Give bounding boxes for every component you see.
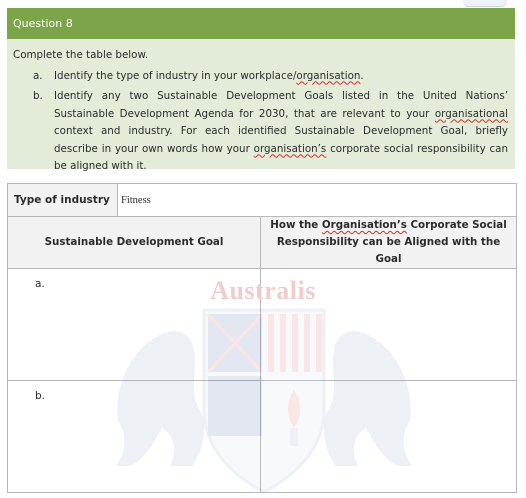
task-text: Identify the type of industry in your wo…: [54, 69, 297, 82]
spellcheck-word: organisation: [296, 69, 361, 82]
industry-value-cell[interactable]: Fitness: [116, 183, 518, 217]
task-text: .: [360, 69, 364, 82]
industry-label: Type of industry: [7, 183, 118, 217]
task-marker: b.: [33, 90, 43, 102]
spellcheck-word: organisation’s: [253, 142, 327, 155]
task-b: b. Identify any two Sustainable Developm…: [13, 88, 508, 176]
row-marker: a.: [35, 278, 45, 290]
row-marker: b.: [35, 390, 46, 402]
goal-cell-b[interactable]: b.: [7, 380, 261, 493]
spellcheck-word: organisational: [434, 107, 508, 120]
column-header-alignment: How the Organisation’s Corporate Social …: [259, 216, 518, 269]
question-instruction: Complete the table below.: [13, 49, 149, 61]
column-header-goal: Sustainable Development Goal: [7, 216, 261, 269]
question-title: Question 8: [7, 8, 515, 39]
spellcheck-word: Organisation’s: [321, 219, 407, 231]
task-a: a. Identify the type of industry in your…: [13, 68, 508, 86]
task-marker: a.: [33, 69, 43, 82]
header-logo: [463, 0, 507, 7]
table-row: b.: [7, 380, 518, 493]
answer-table: Type of industry Fitness Sustainable Dev…: [7, 183, 518, 493]
table-header-row: Sustainable Development Goal How the Org…: [7, 216, 518, 269]
header-text: How the: [270, 219, 322, 231]
alignment-cell-b[interactable]: [259, 380, 518, 493]
alignment-cell-a[interactable]: [259, 268, 518, 381]
industry-value: Fitness: [121, 194, 151, 206]
table-row: a.: [7, 268, 518, 381]
question-body: Complete the table below. a. Identify th…: [7, 39, 515, 172]
goal-cell-a[interactable]: a.: [7, 268, 261, 381]
industry-row: Type of industry Fitness: [7, 183, 518, 217]
